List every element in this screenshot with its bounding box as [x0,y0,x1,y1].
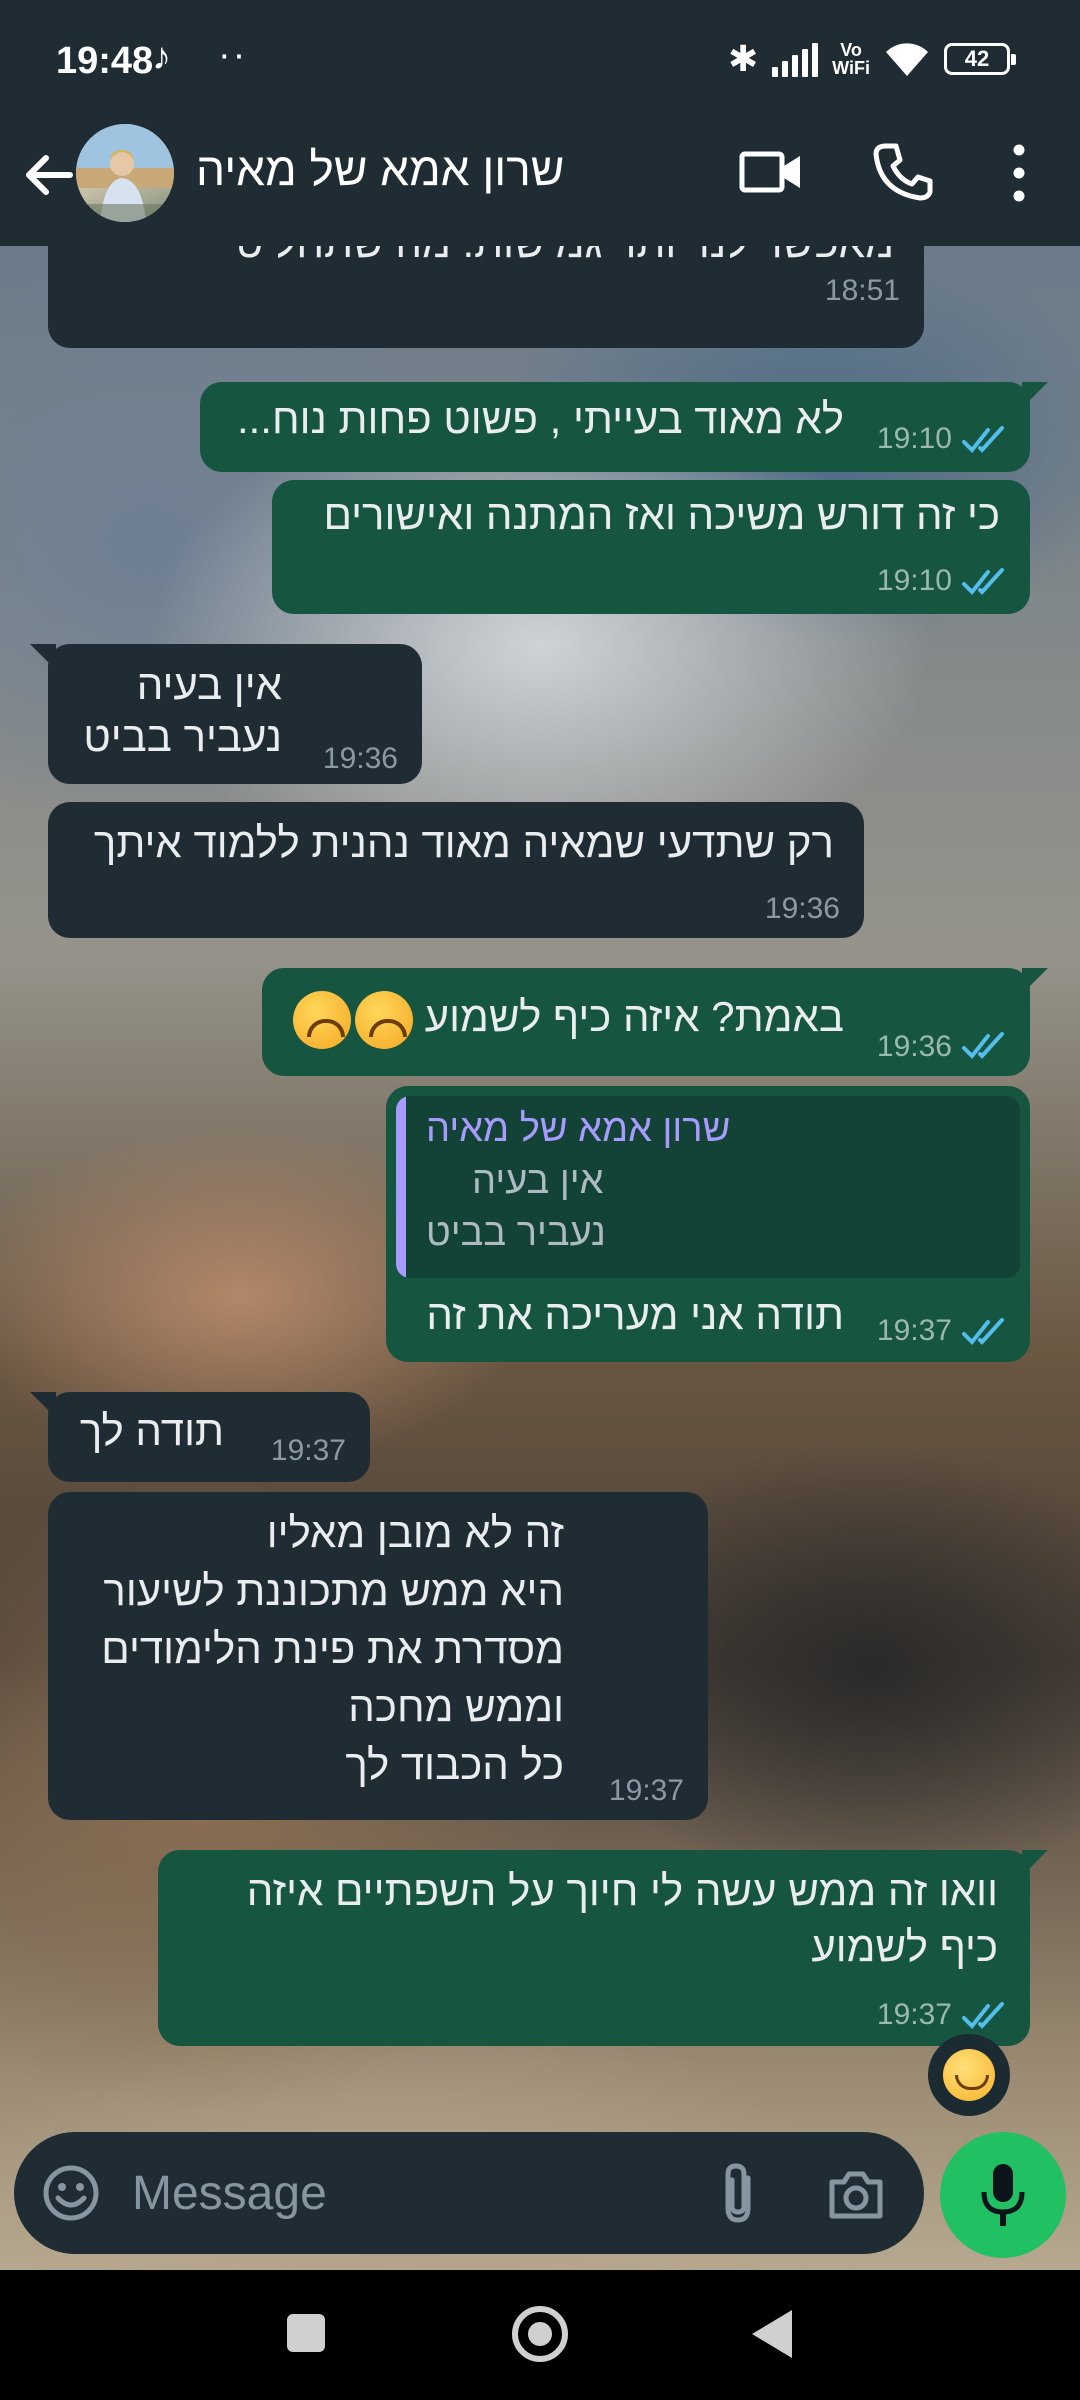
message-input-bar[interactable]: Message [14,2132,924,2254]
quote-accent-bar [396,1096,406,1278]
message-text: כיף לשמוע [811,1923,998,1970]
message-text: נעביר בביט [83,713,282,760]
message-time: 19:37 [876,1998,952,2031]
message-outgoing[interactable]: שרון אמא של מאיה אין בעיה נעביר בביט תוד… [386,1086,1030,1362]
message-outgoing[interactable]: לא מאוד בעייתי , פשוט פחות נוח... 19:10 [200,382,1048,472]
message-text: אין בעיה [136,661,282,708]
quoted-message[interactable]: שרון אמא של מאיה אין בעיה נעביר בביט [396,1096,1020,1278]
message-text: כי זה דורש משיכה ואז המתנה ואישורים [323,491,1000,538]
wifi-icon [886,43,928,76]
vowifi-icon: Vo WiFi [832,40,870,78]
signal-icon [772,41,819,77]
message-text: לא מאוד בעייתי , פשוט פחות נוח... [236,395,844,442]
message-text: רק שתדעי שמאיה מאוד נהנית ללמוד איתך [93,819,834,866]
message-outgoing[interactable]: וואו זה ממש עשה לי חיוך על השפתיים איזה … [158,1850,1048,2046]
emoji-icon[interactable] [42,2164,100,2222]
camera-icon[interactable] [826,2166,886,2222]
message-input[interactable]: Message [132,2166,327,2221]
message-text: מסדרת את פינת הלימודים [101,1625,564,1672]
recent-apps-button[interactable] [287,2314,325,2352]
message-time: 19:36 [322,742,398,775]
message-time: 19:37 [876,1314,952,1347]
message-time: 18:51 [824,274,900,307]
quote-text: אין בעיה [472,1160,604,1202]
message-text: זה לא מובן מאליו [266,1509,564,1556]
message-incoming[interactable]: תודה לך 19:37 [30,1392,370,1482]
mic-icon [981,2164,1025,2226]
quote-text: נעביר בביט [426,1212,606,1254]
bluetooth-icon: ✱ [728,38,759,79]
message-outgoing[interactable]: באמת? איזה כיף לשמוע 19:36 [262,968,1048,1076]
chat-area[interactable]: מאפשר לנו יותר גמישות. מה שתחליטי 18:51 … [0,246,1080,2270]
quote-author: שרון אמא של מאיה [426,1108,731,1150]
message-time: 19:37 [270,1434,346,1467]
message-time: 19:36 [764,892,840,925]
message-incoming[interactable]: זה לא מובן מאליו היא ממש מתכוננת לשיעור … [48,1492,708,1820]
smiling-face-emoji [943,2049,995,2101]
reaction-smiling-face-icon[interactable] [928,2034,1010,2116]
battery-level: 42 [964,46,990,71]
message-text: תודה לך [79,1407,224,1454]
read-ticks-icon [962,2002,1004,2029]
message-text: וממש מחכה [348,1683,564,1730]
tiktok-icon: ♪ [152,36,171,78]
voice-message-button[interactable] [940,2132,1066,2258]
message-text: היא ממש מתכוננת לשיעור [103,1567,564,1614]
message-text: תודה אני מעריכה את זה [426,1291,844,1338]
status-bar: 19:48 ♪ ·· ✱ Vo WiFi 42 [0,0,1080,120]
more-vert-icon[interactable] [994,140,1044,206]
more-notifications-icon: ·· [218,34,248,76]
upside-down-face-emoji [354,990,413,1049]
read-ticks-icon [962,568,1004,595]
message-outgoing[interactable]: כי זה דורש משיכה ואז המתנה ואישורים 19:1… [272,480,1030,614]
back-arrow-icon[interactable] [14,140,84,210]
attach-icon[interactable] [714,2160,762,2226]
message-text: כל הכבוד לך [345,1741,564,1788]
home-button[interactable] [512,2306,568,2362]
read-ticks-icon [962,426,1004,453]
message-text: וואו זה ממש עשה לי חיוך על השפתיים איזה [246,1867,998,1914]
avatar-image [76,124,174,222]
message-time: 19:37 [608,1774,684,1807]
message-text: מאפשר לנו יותר גמישות. מה שתחליטי [225,246,894,272]
message-time: 19:36 [876,1030,952,1063]
read-ticks-icon [962,1318,1004,1345]
contact-name[interactable]: שרון אמא של מאיה [196,142,564,196]
message-time: 19:10 [876,422,952,455]
system-navigation-bar [0,2270,1080,2400]
status-icons: ✱ Vo WiFi 42 [728,36,1016,82]
back-button[interactable] [752,2310,792,2358]
upside-down-face-emoji [292,990,351,1049]
message-time: 19:10 [876,564,952,597]
battery-icon: 42 [944,43,1016,75]
message-text: באמת? איזה כיף לשמוע [289,988,844,1049]
video-call-icon[interactable] [738,142,804,202]
contact-avatar[interactable] [76,124,174,222]
message-incoming[interactable]: מאפשר לנו יותר גמישות. מה שתחליטי 18:51 [48,246,924,348]
voice-call-icon[interactable] [872,140,934,202]
status-time: 19:48 [56,40,154,82]
message-incoming[interactable]: אין בעיה נעביר בביט 19:36 [30,644,422,784]
message-text-content: באמת? איזה כיף לשמוע [424,993,844,1040]
message-incoming[interactable]: רק שתדעי שמאיה מאוד נהנית ללמוד איתך 19:… [48,802,864,938]
read-ticks-icon [962,1032,1004,1059]
chat-header: שרון אמא של מאיה [0,120,1080,246]
